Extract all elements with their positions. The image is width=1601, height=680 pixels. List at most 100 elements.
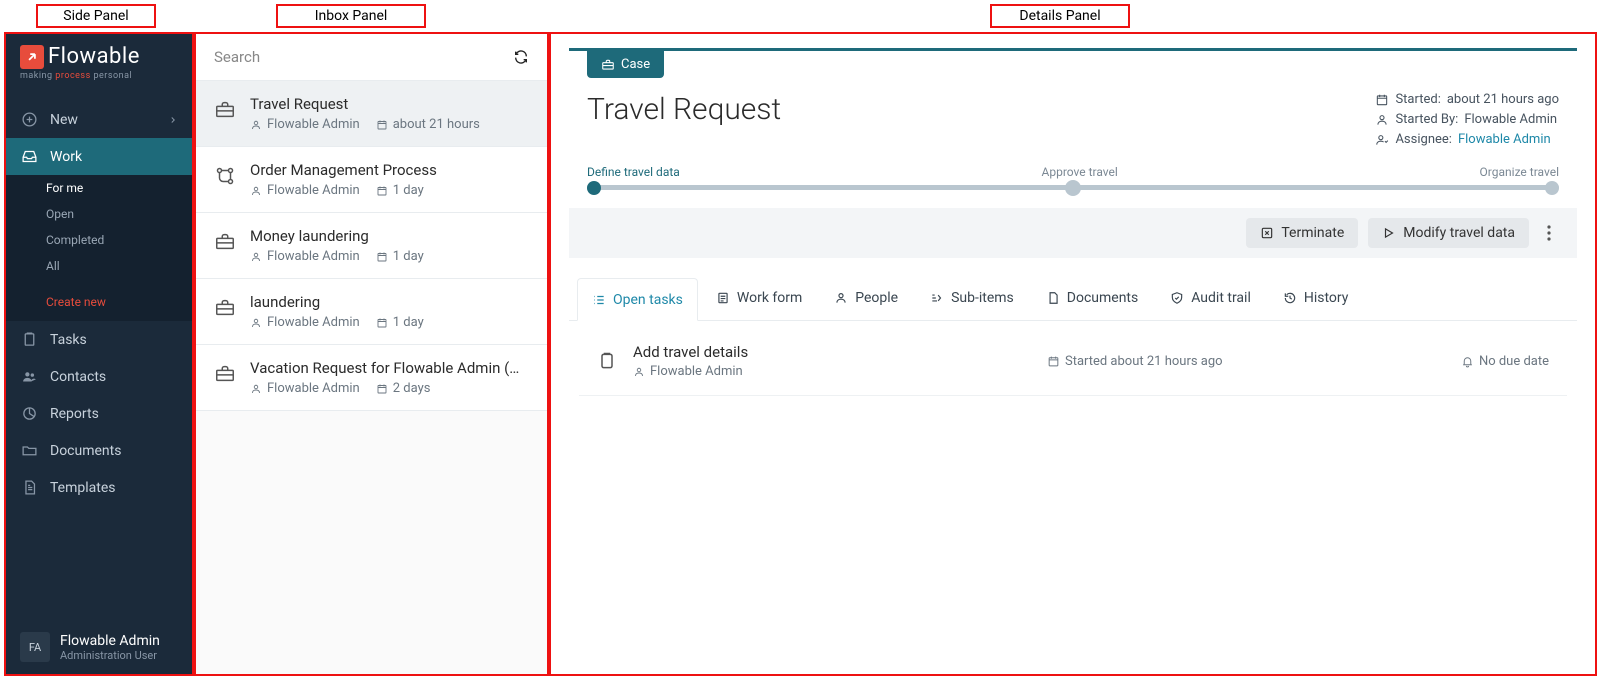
calendar-icon	[1375, 93, 1389, 107]
nav-new[interactable]: New	[6, 101, 192, 138]
more-vertical-icon	[1547, 225, 1551, 241]
inbox-item-owner: Flowable Admin	[267, 249, 360, 264]
current-user[interactable]: FA Flowable Admin Administration User	[6, 620, 192, 674]
inbox-icon	[20, 148, 38, 165]
tab-sub-items[interactable]: Sub-items	[916, 278, 1028, 320]
search-input[interactable]	[214, 48, 513, 66]
nav-tasks-label: Tasks	[50, 332, 87, 348]
annotation-inbox-panel: Inbox Panel	[276, 4, 426, 28]
inbox-item-owner: Flowable Admin	[267, 315, 360, 330]
sub-open[interactable]: Open	[6, 201, 192, 227]
more-actions-button[interactable]	[1539, 219, 1559, 247]
tab-documents-label: Documents	[1067, 290, 1138, 306]
started-value: about 21 hours ago	[1447, 92, 1559, 107]
logo: Flowable making process personal	[6, 34, 192, 87]
started-label: Started:	[1395, 92, 1440, 107]
user-role: Administration User	[60, 649, 160, 662]
stage-1-dot[interactable]	[587, 181, 601, 195]
tab-documents[interactable]: Documents	[1032, 278, 1152, 320]
search-bar	[196, 34, 547, 81]
user-icon	[250, 185, 262, 197]
tab-open-tasks[interactable]: Open tasks	[577, 278, 698, 321]
assignee-icon	[1375, 133, 1389, 147]
person-icon	[834, 291, 848, 305]
startedby-value: Flowable Admin	[1464, 112, 1557, 127]
chevron-right-icon	[168, 115, 178, 125]
refresh-icon[interactable]	[513, 49, 529, 65]
sub-create-new[interactable]: Create new	[6, 289, 192, 315]
nav-templates-label: Templates	[50, 480, 116, 496]
tab-audit-trail[interactable]: Audit trail	[1156, 278, 1265, 320]
pie-chart-icon	[20, 405, 38, 422]
inbox-panel: Travel Request Flowable Admin about 21 hou…	[194, 32, 549, 676]
assignee-link[interactable]: Flowable Admin	[1458, 132, 1551, 147]
terminate-button[interactable]: Terminate	[1246, 218, 1358, 248]
sub-all[interactable]: All	[6, 253, 192, 279]
sub-for-me[interactable]: For me	[6, 175, 192, 201]
plus-circle-icon	[20, 111, 38, 128]
modify-button[interactable]: Modify travel data	[1368, 218, 1529, 248]
tab-history[interactable]: History	[1269, 278, 1363, 320]
inbox-list: Travel Request Flowable Admin about 21 hou…	[196, 81, 547, 674]
inbox-item-owner: Flowable Admin	[267, 117, 360, 132]
users-icon	[20, 368, 38, 385]
inbox-item[interactable]: Vacation Request for Flowable Admin (… Fl…	[196, 345, 547, 411]
clipboard-icon	[597, 351, 617, 371]
nav-new-label: New	[50, 112, 78, 128]
app-root: Flowable making process personal New Wor…	[4, 32, 1597, 676]
tab-work-form-label: Work form	[737, 290, 802, 306]
sub-completed[interactable]: Completed	[6, 227, 192, 253]
action-bar: Terminate Modify travel data	[569, 208, 1577, 258]
stage-2-dot[interactable]	[1065, 180, 1081, 196]
logo-text: Flowable	[48, 44, 140, 69]
nav-work[interactable]: Work	[6, 138, 192, 175]
calendar-icon	[1047, 355, 1060, 368]
form-icon	[716, 291, 730, 305]
nav-reports-label: Reports	[50, 406, 99, 422]
inbox-item-title: Vacation Request for Flowable Admin (…	[250, 359, 529, 377]
nav-contacts[interactable]: Contacts	[6, 358, 192, 395]
user-icon	[250, 119, 262, 131]
case-meta: Started: about 21 hours ago Started By: …	[1375, 92, 1559, 147]
nav-templates[interactable]: Templates	[6, 469, 192, 506]
page-title: Travel Request	[587, 92, 1355, 147]
inbox-item-owner: Flowable Admin	[267, 381, 360, 396]
stage-3-label: Organize travel	[1480, 165, 1559, 179]
file-icon	[20, 479, 38, 496]
stage-1-label: Define travel data	[587, 165, 680, 179]
bell-icon	[1461, 355, 1474, 368]
avatar: FA	[20, 632, 50, 662]
inbox-item[interactable]: Money launderingFlowable Admin1 day	[196, 213, 547, 279]
tab-sub-items-label: Sub-items	[951, 290, 1014, 306]
terminate-label: Terminate	[1281, 225, 1344, 241]
stage-3-dot[interactable]	[1545, 181, 1559, 195]
inbox-item[interactable]: launderingFlowable Admin1 day	[196, 279, 547, 345]
startedby-label: Started By:	[1395, 112, 1458, 127]
nav-documents[interactable]: Documents	[6, 432, 192, 469]
inbox-item[interactable]: Order Management ProcessFlowable Admin1 …	[196, 147, 547, 213]
inbox-item-title: Travel Request	[250, 95, 529, 113]
calendar-icon	[376, 317, 388, 329]
user-icon	[250, 383, 262, 395]
tab-people[interactable]: People	[820, 278, 912, 320]
nav-reports[interactable]: Reports	[6, 395, 192, 432]
calendar-icon	[376, 383, 388, 395]
user-icon	[1375, 113, 1389, 127]
nav-tasks[interactable]: Tasks	[6, 321, 192, 358]
details-panel: Case Travel Request Started: about 21 ho…	[549, 32, 1597, 676]
open-task-row[interactable]: Add travel details Flowable Admin Starte…	[579, 327, 1567, 396]
inbox-item[interactable]: Travel Request Flowable Admin about 21 hou…	[196, 81, 547, 147]
assignee-label: Assignee:	[1395, 132, 1451, 147]
inbox-item-time: about 21 hours	[393, 117, 480, 132]
briefcase-icon	[214, 293, 236, 330]
side-panel: Flowable making process personal New Wor…	[4, 32, 194, 676]
tab-audit-label: Audit trail	[1191, 290, 1251, 306]
user-icon	[250, 317, 262, 329]
nav-work-subitems: For me Open Completed All Create new	[6, 175, 192, 321]
task-started: Started about 21 hours ago	[1065, 354, 1223, 369]
tab-work-form[interactable]: Work form	[702, 278, 816, 320]
task-title: Add travel details	[633, 343, 1031, 361]
briefcase-icon	[214, 227, 236, 264]
case-badge: Case	[587, 51, 664, 78]
briefcase-icon	[214, 95, 236, 132]
